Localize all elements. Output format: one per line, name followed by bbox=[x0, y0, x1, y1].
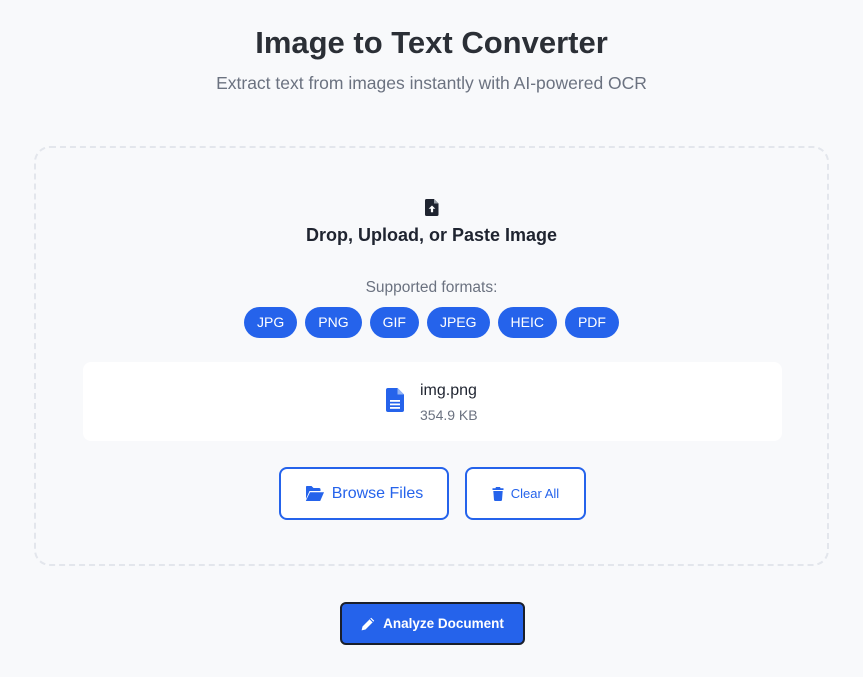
analyze-document-label: Analyze Document bbox=[383, 616, 504, 631]
page-subtitle: Extract text from images instantly with … bbox=[216, 73, 647, 93]
file-card bbox=[83, 362, 782, 441]
browse-files-button[interactable]: Browse Files bbox=[279, 467, 449, 520]
analyze-document-button[interactable]: Analyze Document bbox=[340, 602, 525, 645]
format-badge-jpg: JPG bbox=[244, 307, 298, 338]
file-name: img.png bbox=[420, 382, 477, 399]
formats-label: Supported formats: bbox=[365, 279, 498, 296]
clear-all-button[interactable]: Clear All bbox=[465, 467, 586, 520]
format-badge-png: PNG bbox=[305, 307, 362, 338]
clear-all-label: Clear All bbox=[510, 486, 560, 501]
format-badge-heic: HEIC bbox=[497, 307, 557, 338]
folder-open-icon bbox=[305, 486, 324, 501]
format-badges: JPG PNG GIF JPEG HEIC PDF bbox=[0, 307, 863, 338]
file-upload-icon bbox=[425, 199, 439, 216]
page: Image to Text Converter Extract text fro… bbox=[0, 0, 863, 677]
file-size: 354.9 KB bbox=[420, 407, 478, 423]
document-icon bbox=[386, 388, 404, 412]
format-badge-pdf: PDF bbox=[564, 307, 619, 338]
page-title: Image to Text Converter bbox=[255, 25, 608, 60]
browse-files-label: Browse Files bbox=[331, 484, 424, 502]
trash-icon bbox=[492, 486, 504, 501]
format-badge-jpeg: JPEG bbox=[426, 307, 490, 338]
format-badge-gif: GIF bbox=[369, 307, 419, 338]
dropzone-title: Drop, Upload, or Paste Image bbox=[305, 225, 558, 245]
pencil-icon bbox=[361, 617, 375, 631]
header: Image to Text Converter Extract text fro… bbox=[0, 0, 863, 94]
